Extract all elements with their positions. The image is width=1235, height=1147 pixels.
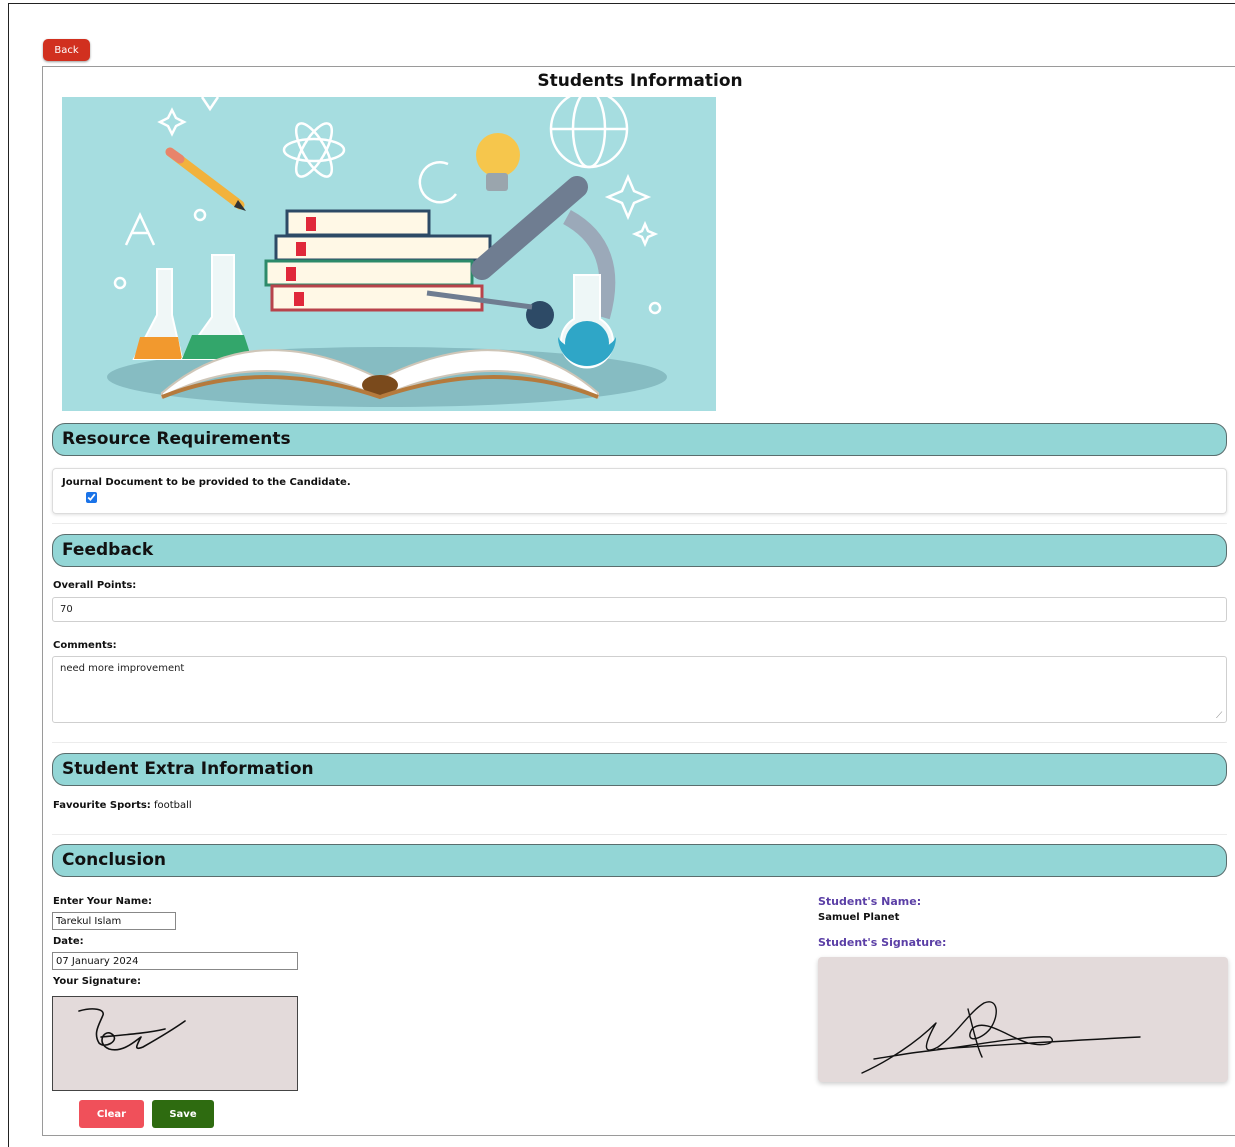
student-name-value: Samuel Planet	[818, 912, 900, 923]
section-student-extra-information: Student Extra Information	[52, 753, 1227, 786]
your-signature-pad[interactable]	[52, 996, 298, 1091]
section-conclusion: Conclusion	[52, 844, 1227, 877]
comments-label: Comments:	[53, 640, 117, 651]
section-divider	[52, 523, 1227, 524]
favourite-sports-row: Favourite Sports: football	[53, 800, 192, 811]
section-feedback: Feedback	[52, 534, 1227, 567]
your-signature-drawing	[78, 1008, 186, 1051]
journal-label: Journal Document to be provided to the C…	[62, 477, 351, 488]
comments-textarea[interactable]: need more improvement	[52, 656, 1227, 723]
overall-points-label: Overall Points:	[53, 580, 137, 591]
name-input[interactable]	[52, 912, 176, 930]
student-signature-label: Student's Signature:	[818, 936, 947, 949]
favourite-sports-label: Favourite Sports:	[53, 800, 151, 811]
student-name-label: Student's Name:	[818, 895, 922, 908]
your-signature-label: Your Signature:	[53, 976, 141, 987]
section-divider	[52, 742, 1227, 743]
date-input[interactable]	[52, 952, 298, 970]
resize-grip-icon[interactable]: ⟋	[1216, 712, 1224, 721]
date-label: Date:	[53, 936, 84, 947]
student-signature-pad	[818, 957, 1228, 1082]
section-resource-requirements: Resource Requirements	[52, 423, 1227, 456]
page-title: Students Information	[537, 71, 743, 91]
section-divider	[52, 834, 1227, 835]
overall-points-input[interactable]	[52, 597, 1227, 622]
resource-box: Journal Document to be provided to the C…	[52, 468, 1227, 514]
clear-button[interactable]: Clear	[79, 1100, 144, 1128]
student-signature-drawing	[861, 1001, 1141, 1074]
save-button[interactable]: Save	[152, 1100, 214, 1128]
favourite-sports-value: football	[154, 800, 192, 811]
journal-checkbox[interactable]	[86, 492, 97, 503]
enter-name-label: Enter Your Name:	[53, 896, 152, 907]
back-button[interactable]: Back	[43, 39, 90, 61]
education-illustration	[62, 97, 716, 411]
